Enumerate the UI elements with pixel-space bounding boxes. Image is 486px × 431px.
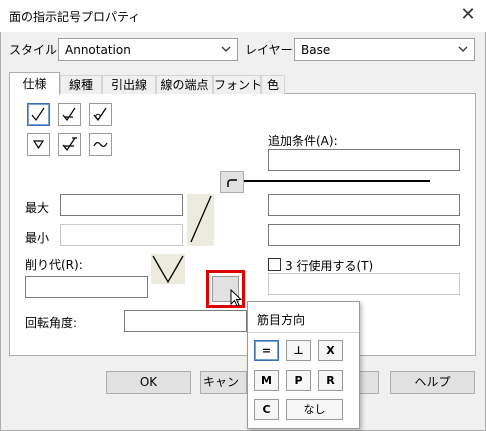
surface-symbol-icon (31, 107, 45, 122)
lay-direction-popup: 筋目方向 = ⊥ X M P R C なし (247, 301, 360, 429)
tilde-button[interactable] (89, 133, 112, 156)
three-rows-label: 3 行使用する(T) (285, 259, 374, 273)
mouse-cursor-icon (230, 289, 243, 307)
layer-label: レイヤー: (245, 43, 297, 57)
three-rows-checkbox[interactable] (268, 258, 281, 271)
popup-divider (248, 332, 359, 333)
tilde-icon (93, 142, 108, 147)
allowance-label: 削り代(R): (25, 258, 83, 272)
allowance-input[interactable] (25, 276, 148, 298)
condition-label: 追加条件(A): (268, 134, 338, 148)
lay-radial-button[interactable]: R (318, 370, 343, 391)
ok-button[interactable]: OK (106, 371, 191, 394)
style-label: スタイル: (9, 43, 62, 57)
lay-none-button[interactable]: なし (286, 399, 343, 420)
v-shape-icon (152, 255, 184, 284)
lay-perpendicular-button[interactable]: ⊥ (286, 340, 311, 361)
basic-symbol-button[interactable] (27, 103, 50, 126)
help-button[interactable]: ヘルプ (390, 371, 475, 394)
style-value: Annotation (65, 43, 131, 57)
removal-required-icon (62, 107, 76, 122)
chevron-down-icon (221, 46, 231, 52)
min-label: 最小 (25, 231, 50, 245)
symbol-preview-slash (187, 194, 214, 246)
removal-prohibited-button[interactable] (89, 103, 112, 126)
condition-input-1[interactable] (268, 149, 460, 171)
tab-leader[interactable]: 引出線 (102, 75, 156, 94)
removal-required-button[interactable] (58, 103, 81, 126)
dialog-title: 面の指示記号プロパティ (9, 10, 141, 24)
tab-font[interactable]: フォント (213, 75, 262, 94)
slash-icon (190, 195, 212, 243)
rotation-input[interactable] (124, 310, 247, 332)
chevron-down-icon (458, 46, 468, 52)
all-around-symbol-icon (62, 137, 77, 152)
layer-dropdown[interactable]: Base (294, 38, 475, 61)
max-input[interactable] (60, 194, 183, 216)
lay-circular-button[interactable]: C (254, 399, 279, 420)
tab-spec[interactable]: 仕様 (9, 72, 60, 95)
cancel-button[interactable]: キャン (200, 371, 247, 394)
min-input[interactable] (60, 224, 183, 246)
corner-icon (227, 179, 237, 187)
extension-line (244, 180, 430, 182)
lay-multidirectional-button[interactable]: M (254, 370, 279, 391)
leader-extension-button[interactable] (220, 171, 244, 193)
condition-input-4[interactable] (268, 273, 460, 295)
max-label: 最大 (25, 201, 50, 215)
basic-triangle-button[interactable] (27, 133, 50, 156)
condition-input-3[interactable] (268, 224, 460, 246)
removal-all-around-button[interactable] (58, 133, 81, 156)
apply-button-edge[interactable] (358, 371, 379, 394)
symbol-preview-v (151, 254, 185, 284)
tab-color[interactable]: 色 (261, 75, 285, 94)
lay-crossed-button[interactable]: X (318, 340, 343, 361)
triangle-icon (32, 140, 45, 150)
popup-title: 筋目方向 (257, 313, 306, 327)
lay-particulate-button[interactable]: P (286, 370, 311, 391)
tab-line-ends[interactable]: 線の端点 (156, 75, 213, 94)
layer-value: Base (301, 43, 331, 57)
style-dropdown[interactable]: Annotation (58, 38, 238, 61)
tab-linetype[interactable]: 線種 (60, 75, 102, 94)
removal-prohibited-icon (93, 107, 107, 122)
condition-input-2[interactable] (268, 194, 460, 216)
rotation-label: 回転角度: (25, 316, 78, 330)
close-icon[interactable]: ✕ (459, 4, 477, 26)
lay-parallel-button[interactable]: = (254, 340, 279, 361)
title-bar: 面の指示記号プロパティ ✕ (0, 0, 486, 32)
